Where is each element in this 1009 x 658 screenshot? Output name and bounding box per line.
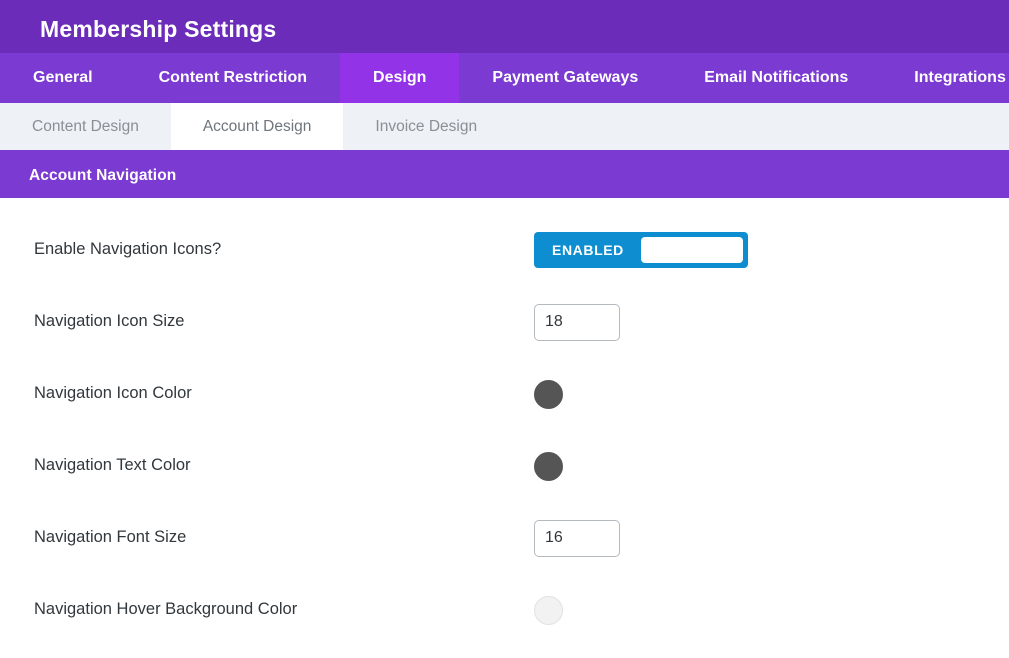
- setting-label: Enable Navigation Icons?: [34, 240, 534, 260]
- tab-label: Integrations: [914, 69, 1006, 87]
- tab-label: Payment Gateways: [492, 69, 638, 87]
- tab-email-notifications[interactable]: Email Notifications: [671, 53, 881, 103]
- tab-label: General: [33, 69, 93, 87]
- color-swatch[interactable]: [534, 380, 563, 409]
- tab-integrations[interactable]: Integrations: [881, 53, 1009, 103]
- setting-row: Enable Navigation Icons? ENABLED: [0, 214, 1009, 286]
- setting-control: [534, 380, 1009, 409]
- subtab-content-design[interactable]: Content Design: [0, 103, 171, 150]
- tab-label: Design: [373, 69, 426, 87]
- settings-form: Enable Navigation Icons? ENABLED Navigatio…: [0, 198, 1009, 646]
- enable-navigation-icons-toggle[interactable]: ENABLED: [534, 232, 748, 268]
- color-swatch[interactable]: [534, 452, 563, 481]
- page-title: Membership Settings: [40, 18, 276, 41]
- subtab-label: Invoice Design: [375, 118, 477, 136]
- setting-control: [534, 304, 1009, 341]
- setting-control: [534, 596, 1009, 625]
- title-bar: Membership Settings: [0, 0, 1009, 53]
- tab-general[interactable]: General: [0, 53, 126, 103]
- toggle-knob[interactable]: [641, 237, 743, 263]
- section-header-account-navigation: Account Navigation: [0, 154, 1009, 198]
- subtab-invoice-design[interactable]: Invoice Design: [343, 103, 509, 150]
- subtab-label: Content Design: [32, 118, 139, 136]
- setting-label: Navigation Hover Background Color: [34, 600, 534, 620]
- subtab-account-design[interactable]: Account Design: [171, 103, 344, 150]
- setting-label: Navigation Icon Size: [34, 312, 534, 332]
- setting-label: Navigation Font Size: [34, 528, 534, 548]
- tab-design[interactable]: Design: [340, 53, 459, 103]
- number-input[interactable]: [534, 520, 620, 557]
- subtab-label: Account Design: [203, 118, 312, 136]
- primary-tab-bar: General Content Restriction Design Payment …: [0, 53, 1009, 103]
- setting-row: Navigation Font Size: [0, 502, 1009, 574]
- setting-label: Navigation Text Color: [34, 456, 534, 476]
- section-header-title: Account Navigation: [29, 167, 176, 185]
- setting-row: Navigation Icon Color: [0, 358, 1009, 430]
- setting-row: Navigation Hover Background Color: [0, 574, 1009, 646]
- setting-control: [534, 520, 1009, 557]
- setting-row: Navigation Icon Size: [0, 286, 1009, 358]
- setting-label: Navigation Icon Color: [34, 384, 534, 404]
- tab-label: Email Notifications: [704, 69, 848, 87]
- color-swatch[interactable]: [534, 596, 563, 625]
- tab-payment-gateways[interactable]: Payment Gateways: [459, 53, 671, 103]
- setting-control: ENABLED: [534, 232, 1009, 268]
- number-input[interactable]: [534, 304, 620, 341]
- tab-content-restriction[interactable]: Content Restriction: [126, 53, 340, 103]
- tab-label: Content Restriction: [159, 69, 307, 87]
- setting-row: Navigation Text Color: [0, 430, 1009, 502]
- setting-control: [534, 452, 1009, 481]
- sub-tab-bar: Content Design Account Design Invoice Desi…: [0, 103, 1009, 154]
- toggle-state-label: ENABLED: [552, 242, 624, 258]
